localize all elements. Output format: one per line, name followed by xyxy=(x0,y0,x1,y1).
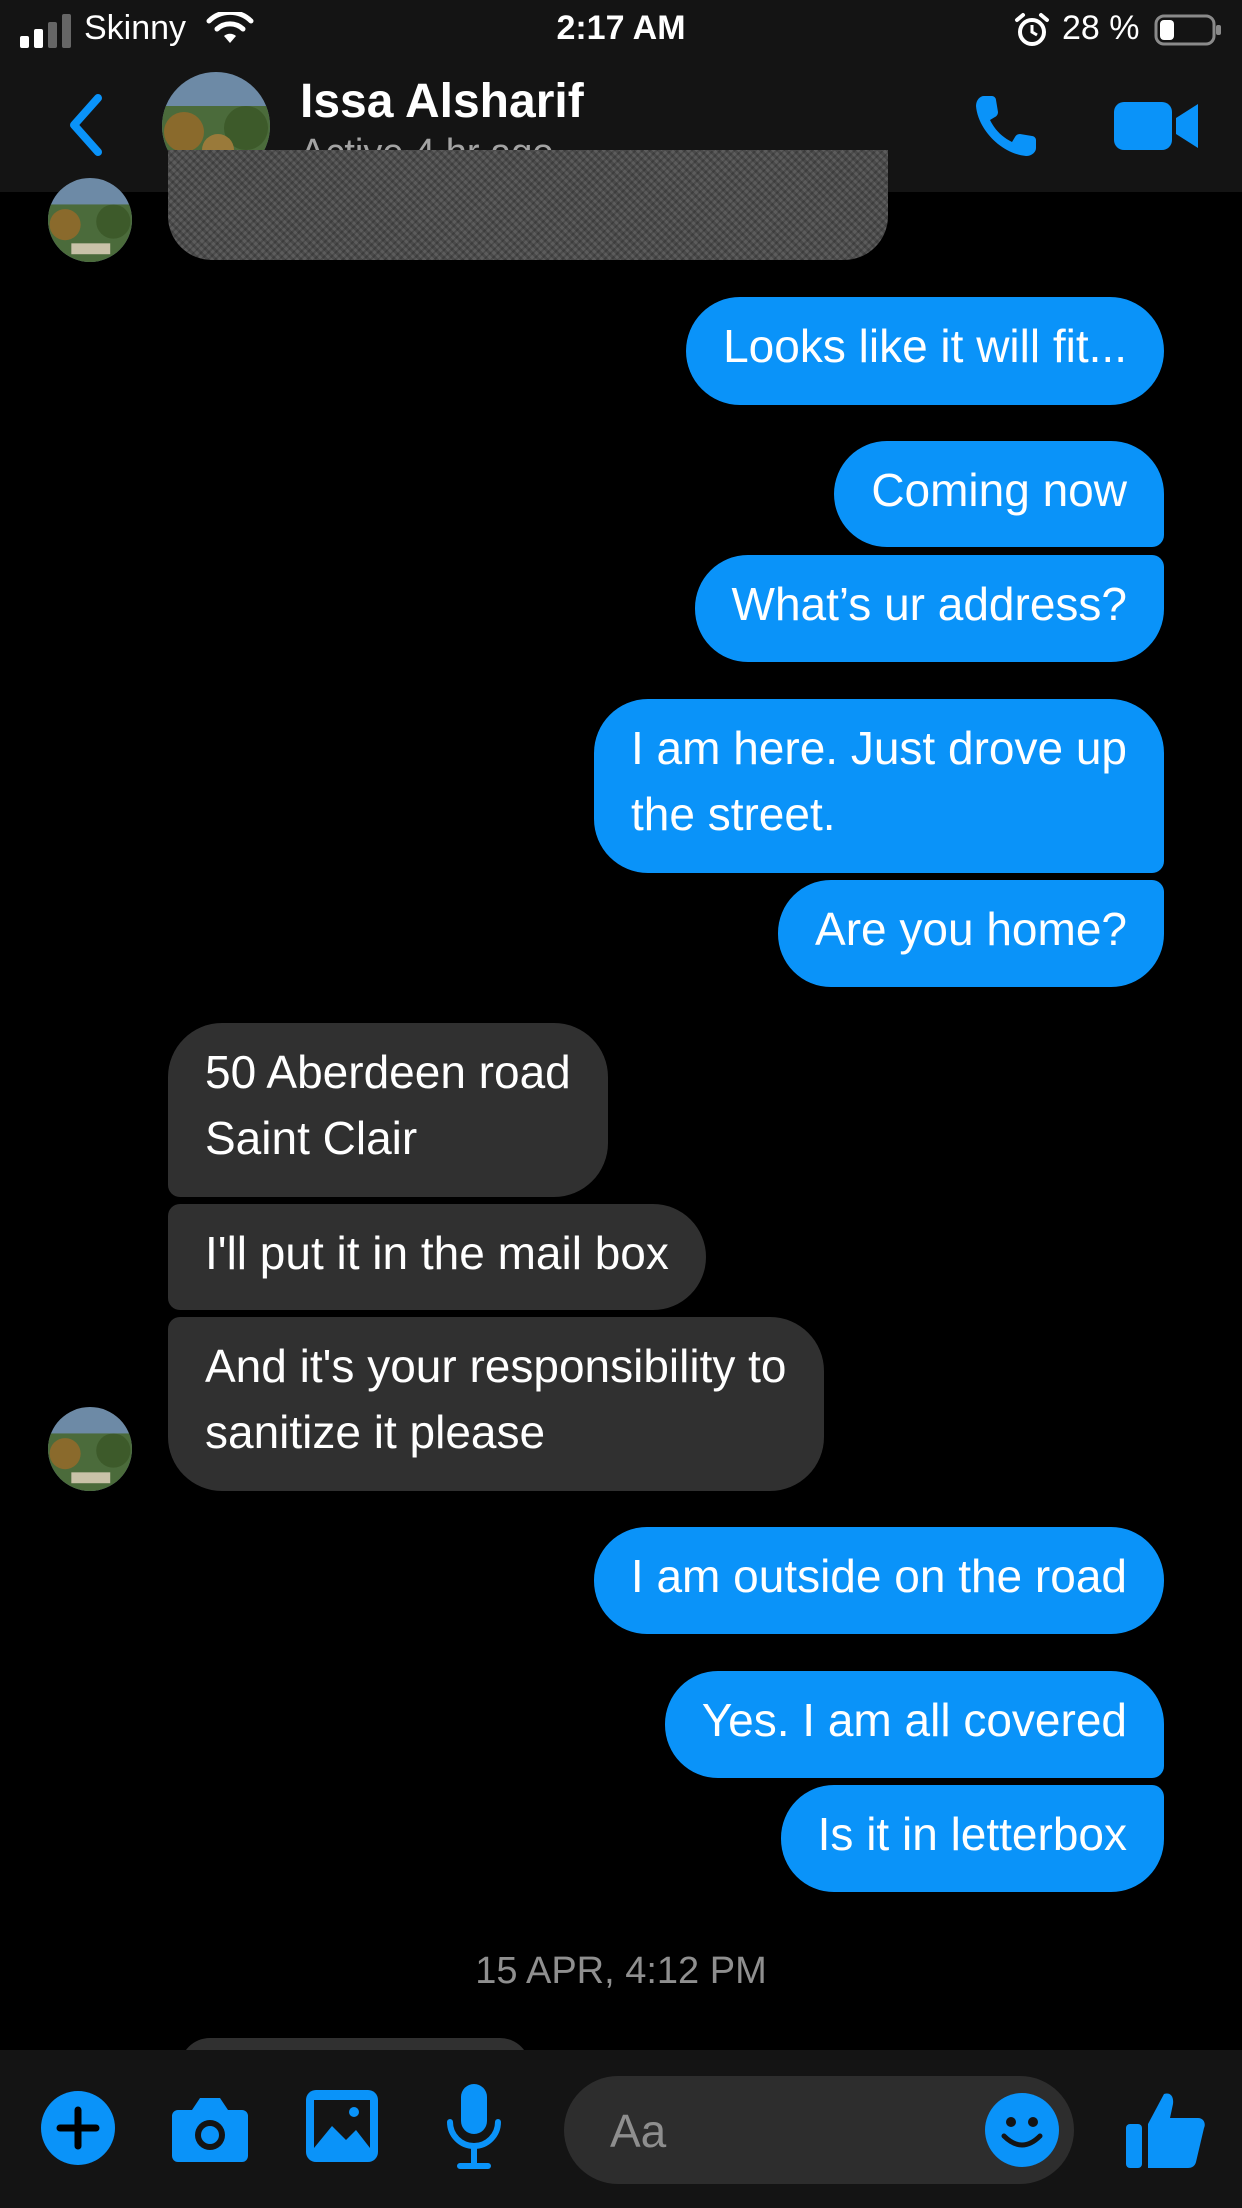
message-text: Are you home? xyxy=(815,903,1127,955)
status-bar: Skinny 2:17 AM 28 % xyxy=(0,0,1242,62)
plus-icon[interactable] xyxy=(40,2090,116,2166)
landscape-photo-icon xyxy=(48,178,132,262)
message-bubble-incoming[interactable]: 50 Aberdeen road Saint Clair xyxy=(168,1023,608,1197)
message-input[interactable]: Aa xyxy=(564,2076,1074,2184)
video-camera-icon[interactable] xyxy=(1114,98,1200,154)
message-line: sanitize it please xyxy=(205,1406,546,1458)
composer-bar: Aa xyxy=(0,2050,1242,2208)
message-line: Saint Clair xyxy=(205,1112,418,1164)
battery-fill xyxy=(1160,20,1174,40)
message-bubble-outgoing[interactable]: Is it in letterbox xyxy=(780,1785,1164,1892)
shared-photo[interactable] xyxy=(168,150,888,260)
message-text: Looks like it will fit... xyxy=(723,320,1127,372)
contact-avatar-small xyxy=(48,178,132,262)
message-bubble-incoming[interactable]: And it's your responsibility to sanitize… xyxy=(168,1317,824,1491)
message-text: I am outside on the road xyxy=(630,1550,1127,1602)
message-text: Coming now xyxy=(871,464,1127,516)
image-icon[interactable] xyxy=(304,2088,380,2164)
battery-percentage: 28 % xyxy=(1062,9,1140,47)
message-line: the street. xyxy=(630,788,836,840)
back-chevron-icon[interactable] xyxy=(62,90,108,160)
message-bubble-outgoing[interactable]: I am here. Just drove up the street. xyxy=(593,699,1164,873)
contact-name[interactable]: Issa Alsharif xyxy=(300,74,584,129)
camera-icon[interactable] xyxy=(170,2092,250,2164)
message-line: I am here. Just drove up xyxy=(630,722,1127,774)
contact-avatar-small xyxy=(48,1407,132,1491)
phone-icon[interactable] xyxy=(970,90,1042,162)
emoji-icon[interactable] xyxy=(984,2092,1060,2168)
message-text: Is it in letterbox xyxy=(817,1808,1127,1860)
message-line: And it's your responsibility to xyxy=(205,1340,787,1392)
message-text: I'll put it in the mail box xyxy=(205,1227,669,1279)
landscape-photo-icon xyxy=(48,1407,132,1491)
alarm-icon xyxy=(1015,13,1049,46)
message-line: 50 Aberdeen road xyxy=(205,1046,571,1098)
message-bubble-outgoing[interactable]: Looks like it will fit... xyxy=(686,297,1164,405)
microphone-icon[interactable] xyxy=(444,2082,504,2172)
message-bubble-outgoing[interactable]: Yes. I am all covered xyxy=(664,1671,1164,1778)
message-bubble-outgoing[interactable]: What’s ur address? xyxy=(694,555,1164,662)
thumbs-up-icon[interactable] xyxy=(1124,2088,1206,2170)
message-text: What’s ur address? xyxy=(731,578,1127,630)
message-bubble-incoming[interactable]: I'll put it in the mail box xyxy=(168,1204,706,1310)
message-input-placeholder: Aa xyxy=(610,2105,667,2157)
clock: 2:17 AM xyxy=(556,9,686,47)
message-text: Yes. I am all covered xyxy=(701,1694,1127,1746)
date-separator: 15 APR, 4:12 PM xyxy=(475,1950,767,1992)
message-bubble-outgoing[interactable]: Coming now xyxy=(834,441,1164,547)
battery-icon xyxy=(1154,14,1221,46)
message-bubble-outgoing[interactable]: Are you home? xyxy=(778,880,1164,987)
message-bubble-outgoing[interactable]: I am outside on the road xyxy=(593,1527,1164,1634)
